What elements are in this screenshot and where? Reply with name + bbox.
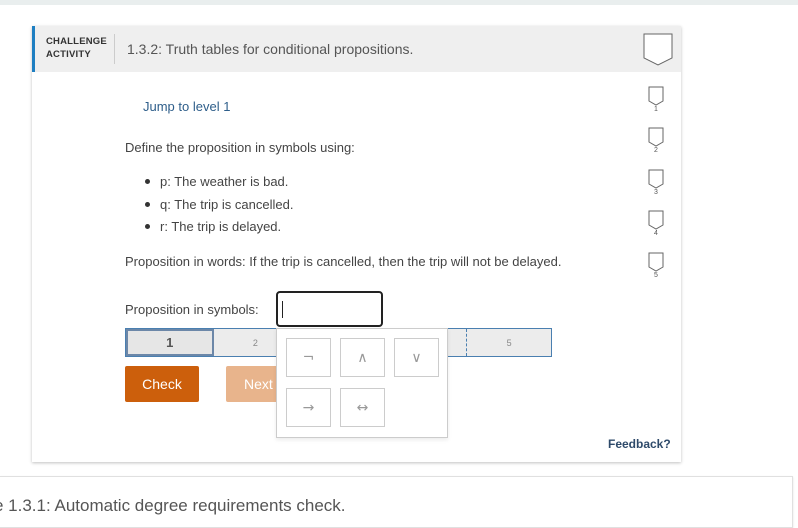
header-divider xyxy=(114,34,115,64)
definition-list: p: The weather is bad. q: The trip is ca… xyxy=(125,174,293,242)
level-marker-5[interactable]: 5 xyxy=(648,252,664,280)
level-cell-1[interactable]: 1 xyxy=(126,329,214,356)
level-marker-2[interactable]: 2 xyxy=(648,127,664,155)
jump-to-level-link[interactable]: Jump to level 1 xyxy=(143,99,230,114)
definition-item: p: The weather is bad. xyxy=(125,174,293,197)
challenge-activity-card: CHALLENGE ACTIVITY 1.3.2: Truth tables f… xyxy=(32,26,681,462)
text-caret xyxy=(282,301,283,318)
next-activity-card: e 1.3.1: Automatic degree requirements c… xyxy=(0,476,793,528)
level-cell-5[interactable]: 5 xyxy=(467,329,551,356)
activity-title: 1.3.2: Truth tables for conditional prop… xyxy=(127,41,414,57)
proposition-symbols-input[interactable] xyxy=(276,291,383,327)
level-marker-icon xyxy=(648,252,664,272)
definition-prompt: Define the proposition in symbols using: xyxy=(125,140,355,155)
level-marker-icon xyxy=(648,169,664,189)
biconditional-symbol-button[interactable]: ↔ xyxy=(340,388,385,427)
feedback-link[interactable]: Feedback? xyxy=(608,437,671,451)
definition-item: q: The trip is cancelled. xyxy=(125,197,293,220)
bookmark-badge-icon xyxy=(643,33,673,66)
level-marker-3[interactable]: 3 xyxy=(648,169,664,197)
or-symbol-button[interactable]: ∨ xyxy=(394,338,439,377)
and-symbol-button[interactable]: ∧ xyxy=(340,338,385,377)
level-marker-1[interactable]: 1 xyxy=(648,86,664,114)
proposition-in-words: Proposition in words: If the trip is can… xyxy=(125,254,562,269)
next-activity-title: e 1.3.1: Automatic degree requirements c… xyxy=(0,496,346,515)
level-marker-icon xyxy=(648,86,664,106)
top-strip xyxy=(0,0,798,5)
symbol-palette: ¬ ∧ ∨ → ↔ xyxy=(276,328,448,438)
definition-item: r: The trip is delayed. xyxy=(125,219,293,242)
level-marker-icon xyxy=(648,127,664,147)
level-marker-4[interactable]: 4 xyxy=(648,210,664,238)
level-marker-icon xyxy=(648,210,664,230)
check-button[interactable]: Check xyxy=(125,366,199,402)
not-symbol-button[interactable]: ¬ xyxy=(286,338,331,377)
activity-type-label: CHALLENGE ACTIVITY xyxy=(46,36,107,60)
activity-header: CHALLENGE ACTIVITY 1.3.2: Truth tables f… xyxy=(32,26,681,72)
proposition-in-symbols-label: Proposition in symbols: xyxy=(125,302,259,317)
conditional-symbol-button[interactable]: → xyxy=(286,388,331,427)
